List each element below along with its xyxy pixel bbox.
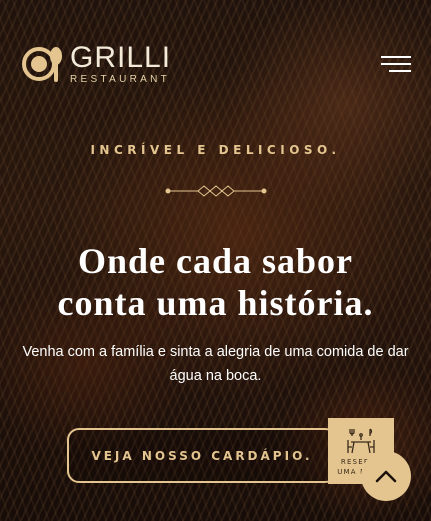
view-menu-button[interactable]: VEJA NOSSO CARDÁPIO. (67, 428, 337, 483)
dining-table-icon (347, 428, 375, 454)
chevron-up-icon (375, 470, 397, 483)
hero-subtitle: Venha com a família e sinta a alegria de… (22, 344, 409, 384)
ornament-divider (165, 185, 267, 197)
hero-title-line-1: Onde cada sabor (77, 241, 354, 281)
hero-tagline: INCRÍVEL E DELICIOSO. (90, 143, 341, 157)
scroll-to-top-button[interactable] (361, 451, 411, 501)
hero-title-line-2: conta uma história. (57, 283, 374, 323)
logo[interactable]: GRILLI RESTAURANT (22, 42, 171, 86)
hamburger-menu-icon[interactable] (381, 56, 411, 76)
view-menu-button-label: VEJA NOSSO CARDÁPIO. (91, 448, 313, 463)
hero-title: Onde cada sabor conta uma história. (0, 240, 431, 324)
brand-name: GRILLI (70, 41, 172, 74)
brand-subtitle: RESTAURANT (70, 74, 171, 85)
plate-spoon-logo-icon (22, 47, 62, 82)
site-header: GRILLI RESTAURANT (22, 42, 411, 92)
